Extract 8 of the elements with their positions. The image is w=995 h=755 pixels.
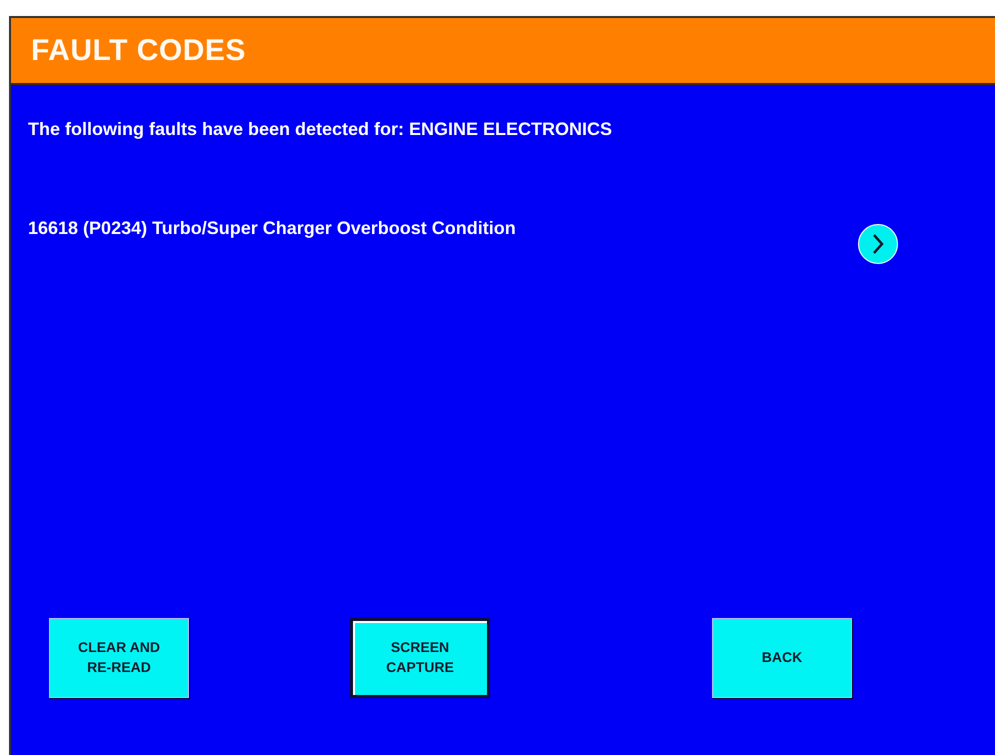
action-button[interactable]: BACK (712, 618, 852, 698)
chevron-right-icon (871, 232, 885, 256)
page-title: FAULT CODES (31, 34, 246, 68)
action-button[interactable]: SCREEN CAPTURE (350, 618, 490, 698)
intro-text: The following faults have been detected for: ENGINE ELECTRONICS (28, 119, 614, 140)
fault-code-text: 16618 (P0234) Turbo/Super Charger Overboost Condition (28, 218, 517, 239)
action-button[interactable]: CLEAR AND RE-READ (49, 618, 189, 698)
details-button[interactable] (858, 224, 898, 264)
